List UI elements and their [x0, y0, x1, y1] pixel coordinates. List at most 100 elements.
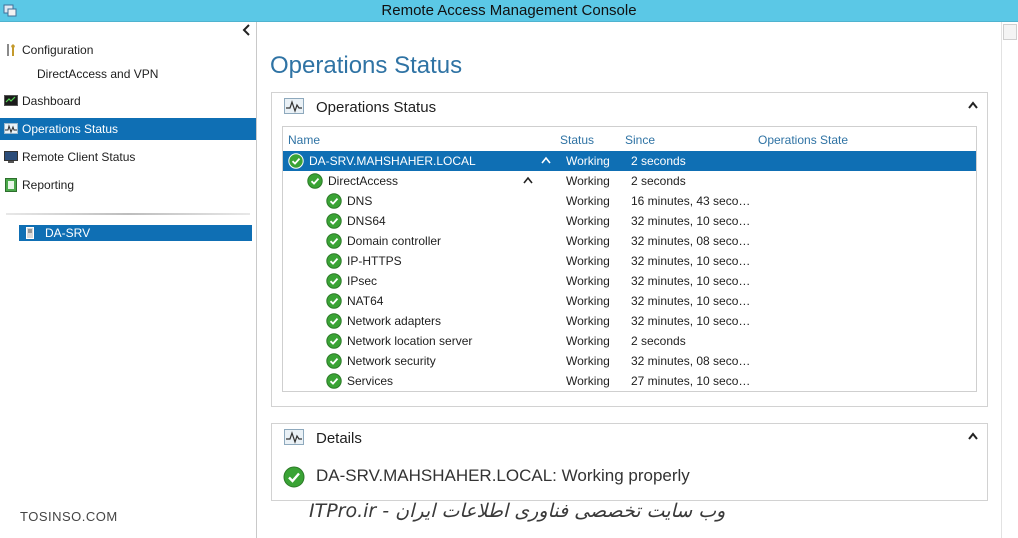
row-since: 32 minutes, 10 secon... — [631, 274, 755, 288]
window-title: Remote Access Management Console — [381, 2, 637, 19]
row-name: IPsec — [347, 274, 378, 288]
nav-configuration[interactable]: Configuration — [0, 39, 256, 61]
nav-directaccess-vpn[interactable]: DirectAccess and VPN — [37, 64, 158, 84]
left-navigation: Configuration DirectAccess and VPN Dashb… — [0, 22, 257, 538]
check-circle-icon — [307, 173, 323, 189]
row-name: NAT64 — [347, 294, 384, 308]
row-status: Working — [566, 274, 610, 288]
row-status: Working — [566, 334, 610, 348]
row-status: Working — [566, 294, 610, 308]
row-status: Working — [566, 374, 610, 388]
row-name: Domain controller — [347, 234, 442, 248]
check-circle-icon — [326, 353, 342, 369]
nav-remote-client-status-label: Remote Client Status — [22, 150, 136, 164]
watermark-tosinso: TOSINSO.COM — [20, 509, 118, 524]
table-row[interactable]: Network security Working 32 minutes, 08 … — [283, 351, 976, 371]
check-circle-icon — [326, 313, 342, 329]
monitor-icon — [4, 151, 18, 163]
tools-icon — [7, 44, 15, 56]
nav-dashboard-label: Dashboard — [22, 94, 81, 108]
dashboard-icon — [4, 95, 18, 106]
operations-panel-icon — [284, 98, 304, 114]
table-row[interactable]: DNS Working 16 minutes, 43 secon... — [283, 191, 976, 211]
row-name: Network adapters — [347, 314, 442, 328]
nav-reporting-label: Reporting — [22, 178, 75, 192]
details-panel-title: Details — [316, 430, 362, 447]
operations-status-icon — [4, 123, 18, 134]
row-status: Working — [566, 254, 610, 268]
operations-status-panel: Operations Status Name Status Since Oper… — [271, 92, 988, 407]
check-circle-icon — [288, 153, 304, 169]
check-circle-icon — [326, 193, 342, 209]
column-header-operations-state[interactable]: Operations State — [758, 133, 848, 147]
collapse-row-icon[interactable] — [541, 156, 551, 164]
row-name: DNS64 — [347, 214, 386, 228]
row-status: Working — [566, 314, 610, 328]
report-icon — [5, 178, 17, 192]
check-circle-icon — [326, 373, 342, 389]
server-icon — [26, 227, 34, 239]
check-circle-icon — [326, 273, 342, 289]
column-header-since[interactable]: Since — [625, 133, 655, 147]
table-row[interactable]: DirectAccess Working 2 seconds — [283, 171, 976, 191]
details-panel-icon — [284, 429, 304, 445]
row-status: Working — [566, 174, 610, 188]
collapse-panel-icon[interactable] — [967, 431, 979, 441]
row-since: 32 minutes, 10 secon... — [631, 314, 755, 328]
row-since: 32 minutes, 10 secon... — [631, 294, 755, 308]
nav-operations-status-label: Operations Status — [22, 122, 119, 136]
row-since: 2 seconds — [631, 334, 686, 348]
nav-operations-status[interactable]: Operations Status — [0, 118, 256, 140]
table-row[interactable]: DA-SRV.MAHSHAHER.LOCAL Working 2 seconds — [283, 151, 976, 171]
collapse-row-icon[interactable] — [523, 176, 533, 184]
check-circle-icon — [326, 233, 342, 249]
table-row[interactable]: DNS64 Working 32 minutes, 10 secon... — [283, 211, 976, 231]
title-bar: Remote Access Management Console — [0, 0, 1018, 22]
check-circle-icon — [326, 333, 342, 349]
row-since: 2 seconds — [631, 174, 686, 188]
row-name: Network location server — [347, 334, 473, 348]
row-since: 32 minutes, 10 secon... — [631, 214, 755, 228]
table-row[interactable]: Services Working 27 minutes, 10 secon... — [283, 371, 976, 391]
table-row[interactable]: Network adapters Working 32 minutes, 10 … — [283, 311, 976, 331]
table-row[interactable]: Network location server Working 2 second… — [283, 331, 976, 351]
nav-configuration-label: Configuration — [22, 43, 94, 57]
table-row[interactable]: IP-HTTPS Working 32 minutes, 10 secon... — [283, 251, 976, 271]
row-since: 2 seconds — [631, 154, 686, 168]
table-row[interactable]: IPsec Working 32 minutes, 10 secon... — [283, 271, 976, 291]
nav-reporting[interactable]: Reporting — [0, 174, 256, 196]
table-row[interactable]: Domain controller Working 32 minutes, 08… — [283, 231, 976, 251]
row-status: Working — [566, 154, 610, 168]
nav-separator — [6, 213, 250, 215]
page-title: Operations Status — [270, 52, 463, 79]
row-status: Working — [566, 354, 610, 368]
operations-panel-header: Operations Status — [272, 93, 987, 121]
server-item-label: DA-SRV — [45, 226, 91, 240]
nav-dashboard[interactable]: Dashboard — [0, 90, 256, 112]
column-header-name[interactable]: Name — [288, 133, 320, 147]
check-circle-icon — [326, 293, 342, 309]
collapse-pane-icon[interactable] — [241, 23, 253, 37]
nav-remote-client-status[interactable]: Remote Client Status — [0, 146, 256, 168]
main-content: Operations Status Operations Status Name… — [257, 22, 1018, 538]
row-since: 32 minutes, 08 secon... — [631, 354, 755, 368]
check-circle-icon — [326, 213, 342, 229]
collapse-panel-icon[interactable] — [967, 100, 979, 110]
row-name: DNS — [347, 194, 373, 208]
details-panel-header: Details — [272, 424, 987, 452]
scroll-up-button[interactable] — [1003, 24, 1017, 40]
check-circle-icon — [326, 253, 342, 269]
row-since: 27 minutes, 10 secon... — [631, 374, 755, 388]
watermark-itpro: ITPro.ir - وب سایت تخصصی فناوری اطلاعات … — [309, 500, 726, 522]
details-panel: Details DA-SRV.MAHSHAHER.LOCAL: Working … — [271, 423, 988, 501]
row-name: DA-SRV.MAHSHAHER.LOCAL — [309, 154, 476, 168]
row-name: DirectAccess — [328, 174, 399, 188]
row-name: IP-HTTPS — [347, 254, 402, 268]
table-row[interactable]: NAT64 Working 32 minutes, 10 secon... — [283, 291, 976, 311]
vertical-scrollbar[interactable] — [1001, 22, 1017, 538]
operations-panel-title: Operations Status — [316, 99, 437, 116]
server-item-da-srv[interactable]: DA-SRV — [19, 225, 252, 241]
row-name: Network security — [347, 354, 436, 368]
row-name: Services — [347, 374, 394, 388]
column-header-status[interactable]: Status — [560, 133, 594, 147]
